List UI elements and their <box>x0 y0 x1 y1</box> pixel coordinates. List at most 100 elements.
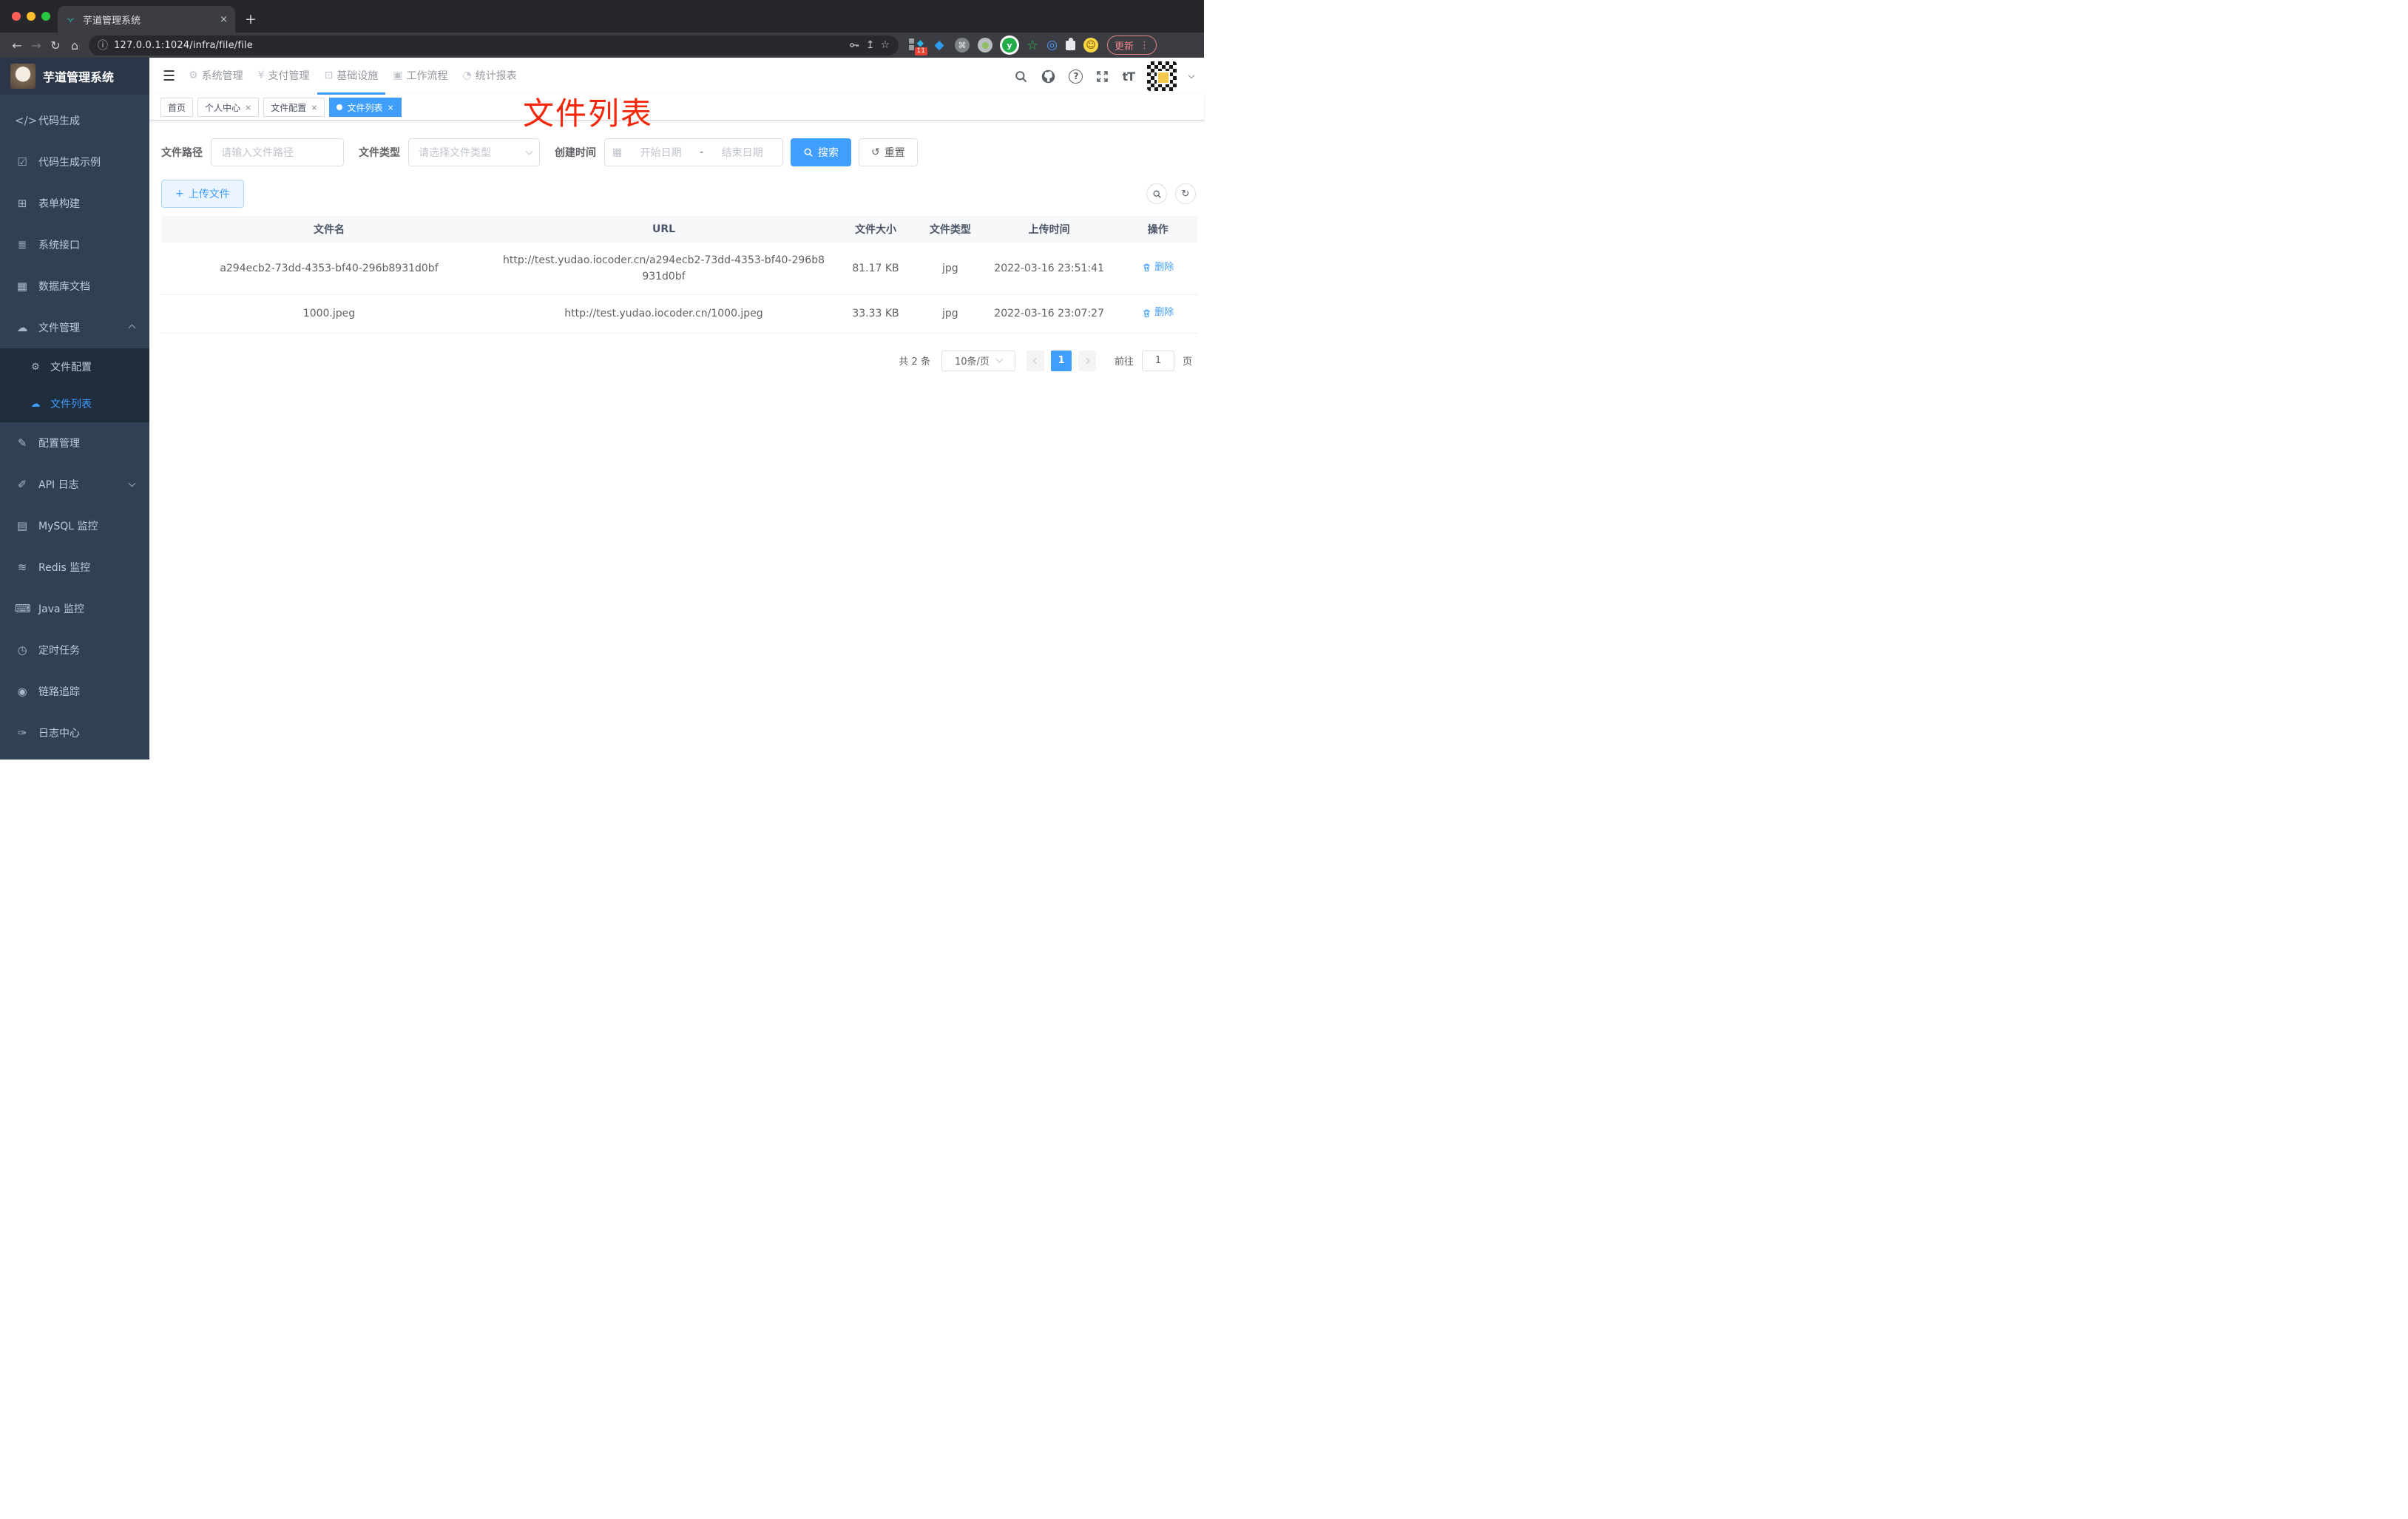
hamburger-icon[interactable]: ☰ <box>157 68 181 84</box>
current-page-button[interactable]: 1 <box>1050 350 1072 371</box>
sidebar-item-file-config[interactable]: ⚙ 文件配置 <box>0 348 149 385</box>
col-upload-time: 上传时间 <box>979 216 1119 243</box>
col-url: URL <box>496 216 831 243</box>
app-title: 芋道管理系统 <box>43 70 115 84</box>
extension-gem-icon[interactable]: ◆ <box>932 38 947 53</box>
log-edit-icon: ✑ <box>17 726 27 740</box>
yen-icon: ¥ <box>257 69 265 81</box>
tag-profile[interactable]: 个人中心 × <box>197 98 260 117</box>
gear-icon: ⚙ <box>189 69 198 81</box>
extension-tabs-icon[interactable]: ◆ 11 <box>909 38 927 55</box>
sidebar-item-trace[interactable]: ◉ 链路追踪 <box>0 671 149 712</box>
sidebar-item-system-api[interactable]: ≣ 系统接口 <box>0 224 149 265</box>
sidebar-submenu-file: ⚙ 文件配置 ☁ 文件列表 <box>0 348 149 422</box>
sidebar-item-scheduled-tasks[interactable]: ◷ 定时任务 <box>0 629 149 671</box>
next-page-button[interactable] <box>1078 350 1096 371</box>
zoom-window-button[interactable] <box>41 12 50 21</box>
sidebar-item-file-management[interactable]: ☁ 文件管理 <box>0 307 149 348</box>
browser-tab[interactable]: 芋道管理系统 × <box>58 6 235 33</box>
briefcase-icon: ▣ <box>393 69 403 81</box>
goto-page-input[interactable]: 1 <box>1141 350 1174 371</box>
fullscreen-icon[interactable] <box>1095 70 1109 84</box>
topnav-system[interactable]: ⚙ 系统管理 <box>181 58 251 95</box>
site-info-icon[interactable]: ⓘ <box>98 38 108 53</box>
search-icon[interactable] <box>1014 70 1028 84</box>
cloud-icon: ☁ <box>16 321 28 334</box>
browser-chrome: 芋道管理系统 × + ← → ↻ ⌂ ⓘ 127.0.0.1:1024/infr… <box>0 0 1204 58</box>
tag-file-list[interactable]: 文件列表 × <box>329 98 402 117</box>
topnav-pay[interactable]: ¥ 支付管理 <box>251 58 317 95</box>
user-avatar[interactable] <box>1147 61 1177 91</box>
page-size-select[interactable]: 10条/页 <box>941 350 1015 371</box>
sidebar-item-log-center[interactable]: ✑ 日志中心 <box>0 712 149 754</box>
delete-button[interactable]: 删除 <box>1142 305 1174 321</box>
search-button[interactable]: 搜索 <box>791 138 851 166</box>
extensions-puzzle-icon[interactable] <box>1065 37 1075 50</box>
show-search-button[interactable] <box>1146 183 1167 204</box>
reset-button[interactable]: ↺ 重置 <box>859 138 918 166</box>
bookmark-star-icon[interactable]: ☆ <box>880 39 890 51</box>
tag-home[interactable]: 首页 <box>160 98 194 117</box>
create-time-label: 创建时间 <box>555 147 596 159</box>
close-icon[interactable]: × <box>245 103 251 112</box>
password-key-icon[interactable] <box>848 39 860 51</box>
help-icon[interactable]: ? <box>1069 69 1083 84</box>
extension-dot-icon[interactable] <box>978 38 992 53</box>
page-content: 文件路径 请输入文件路径 文件类型 请选择文件类型 创建时间 ▦ 开始日期 - … <box>149 121 1204 760</box>
delete-button[interactable]: 删除 <box>1142 260 1174 276</box>
refresh-button[interactable]: ↻ <box>1175 183 1196 204</box>
date-range-picker[interactable]: ▦ 开始日期 - 结束日期 <box>604 138 783 166</box>
url-text[interactable]: 127.0.0.1:1024/infra/file/file <box>114 40 842 51</box>
prev-page-button[interactable] <box>1026 350 1044 371</box>
profile-avatar-icon[interactable]: ☺ <box>1083 38 1098 53</box>
new-tab-button[interactable]: + <box>240 8 262 30</box>
sidebar-item-code-demo[interactable]: ☑ 代码生成示例 <box>0 141 149 183</box>
home-icon[interactable]: ⌂ <box>65 35 84 55</box>
font-size-icon[interactable]: tT <box>1122 70 1135 84</box>
sidebar-item-code-gen[interactable]: </> 代码生成 <box>0 100 149 141</box>
close-icon[interactable]: × <box>388 103 394 112</box>
extension-eye-icon[interactable]: ◎ <box>1046 38 1058 53</box>
topnav-workflow[interactable]: ▣ 工作流程 <box>385 58 455 95</box>
range-separator: - <box>700 146 704 158</box>
sidebar-item-form-builder[interactable]: ⊞ 表单构建 <box>0 183 149 224</box>
sidebar-item-db-doc[interactable]: ▦ 数据库文档 <box>0 265 149 307</box>
end-date-input[interactable]: 结束日期 <box>709 145 775 160</box>
calendar-icon: ▦ <box>612 146 623 158</box>
sidebar-item-redis-monitor[interactable]: ≋ Redis 监控 <box>0 547 149 588</box>
close-icon[interactable]: × <box>311 103 317 112</box>
tab-close-icon[interactable]: × <box>220 14 228 25</box>
start-date-input[interactable]: 开始日期 <box>628 145 694 160</box>
topnav-infra[interactable]: ⊡ 基础设施 <box>317 58 386 95</box>
sidebar-item-api-log[interactable]: ✐ API 日志 <box>0 464 149 505</box>
topnav-report[interactable]: ◔ 统计报表 <box>456 58 524 95</box>
upload-file-button[interactable]: + 上传文件 <box>161 180 244 208</box>
tag-file-config[interactable]: 文件配置 × <box>263 98 325 117</box>
file-path-input[interactable]: 请输入文件路径 <box>211 138 344 166</box>
extension-star-icon[interactable]: ☆ <box>1027 38 1038 53</box>
sidebar-item-mysql-monitor[interactable]: ▤ MySQL 监控 <box>0 505 149 547</box>
extensions-area: ◆ 11 ◆ ⌘ y ☆ ◎ ☺ <box>909 37 1098 55</box>
reload-icon[interactable]: ↻ <box>46 35 65 55</box>
browser-menu-icon[interactable]: ⋮ <box>1140 40 1149 51</box>
sidebar-item-java-monitor[interactable]: ⌨ Java 监控 <box>0 588 149 629</box>
minimize-window-button[interactable] <box>27 12 35 21</box>
close-window-button[interactable] <box>12 12 21 21</box>
github-icon[interactable] <box>1041 69 1056 84</box>
file-type-label: 文件类型 <box>359 147 400 159</box>
extension-command-icon[interactable]: ⌘ <box>955 38 970 53</box>
file-type-select[interactable]: 请选择文件类型 <box>408 138 540 166</box>
address-bar[interactable]: ⓘ 127.0.0.1:1024/infra/file/file ↥ ☆ <box>89 35 899 55</box>
table-row: a294ecb2-73dd-4353-bf40-296b8931d0bf htt… <box>161 243 1197 295</box>
log-pencil-icon: ✐ <box>17 478 27 491</box>
shield-check-icon: ☑ <box>17 155 27 169</box>
sidebar-item-file-list[interactable]: ☁ 文件列表 <box>0 385 149 422</box>
forward-icon[interactable]: → <box>27 35 46 55</box>
share-icon[interactable]: ↥ <box>866 39 875 51</box>
back-icon[interactable]: ← <box>7 35 27 55</box>
browser-update-button[interactable]: 更新 ⋮ <box>1106 35 1157 55</box>
sidebar-item-config-management[interactable]: ✎ 配置管理 <box>0 422 149 464</box>
avatar-caret-icon[interactable] <box>1188 72 1195 78</box>
col-actions: 操作 <box>1118 216 1197 243</box>
extension-y-icon[interactable]: y <box>1002 38 1017 53</box>
